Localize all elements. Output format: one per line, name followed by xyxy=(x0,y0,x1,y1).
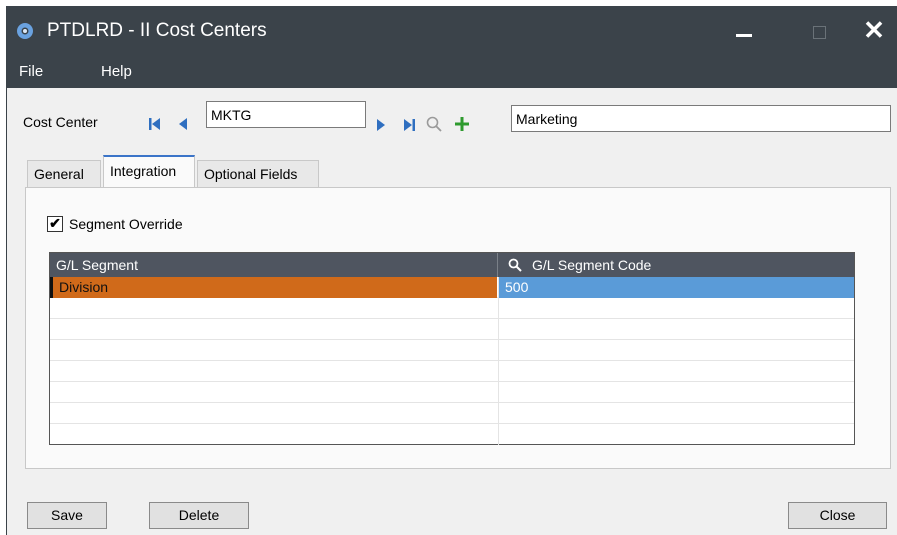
tab-integration[interactable]: Integration xyxy=(103,155,195,188)
table-row[interactable] xyxy=(50,403,854,424)
cell-gl-segment-code[interactable] xyxy=(498,382,854,403)
tab-general-label: General xyxy=(34,166,84,182)
table-row[interactable] xyxy=(50,382,854,403)
tab-optional-fields[interactable]: Optional Fields xyxy=(197,160,319,187)
cell-gl-segment-code[interactable]: 500 xyxy=(498,277,854,298)
tab-general[interactable]: General xyxy=(27,160,101,187)
first-record-icon[interactable] xyxy=(147,116,163,132)
cell-gl-segment[interactable] xyxy=(50,319,497,340)
cell-gl-segment[interactable]: Division xyxy=(50,277,497,298)
close-button[interactable]: Close xyxy=(788,502,887,529)
tab-integration-label: Integration xyxy=(110,163,177,179)
table-row[interactable] xyxy=(50,361,854,382)
last-record-icon[interactable] xyxy=(401,117,417,133)
cell-gl-segment-code[interactable] xyxy=(498,340,854,361)
cell-gl-segment-code[interactable] xyxy=(498,424,854,445)
cell-gl-segment[interactable] xyxy=(50,382,497,403)
menu-bar: File Help xyxy=(7,58,897,88)
maximize-button[interactable] xyxy=(800,12,840,52)
save-button[interactable]: Save xyxy=(27,502,107,529)
title-bar[interactable]: PTDLRD - II Cost Centers ✕ xyxy=(7,6,897,58)
cell-gl-segment[interactable] xyxy=(50,298,497,319)
delete-button[interactable]: Delete xyxy=(149,502,249,529)
minimize-button[interactable] xyxy=(724,12,764,52)
checkbox-check-icon[interactable]: ✔ xyxy=(47,216,63,232)
cost-center-code-input[interactable] xyxy=(206,101,366,128)
cell-gl-segment-code[interactable] xyxy=(498,403,854,424)
table-row[interactable] xyxy=(50,340,854,361)
table-row[interactable] xyxy=(50,298,854,319)
cost-center-description-input[interactable] xyxy=(511,105,891,132)
cost-center-label: Cost Center xyxy=(23,114,98,130)
main-window: PTDLRD - II Cost Centers ✕ File Help Cos… xyxy=(6,6,897,535)
table-row[interactable]: Division 500 xyxy=(50,277,854,298)
close-window-button[interactable]: ✕ xyxy=(854,12,894,52)
gear-icon xyxy=(17,23,33,39)
gl-segment-grid: G/L Segment G/L Segment Code Division 50… xyxy=(49,252,855,445)
cell-gl-segment[interactable] xyxy=(50,424,497,445)
cell-gl-segment[interactable] xyxy=(50,340,497,361)
search-icon[interactable] xyxy=(425,115,443,133)
add-icon[interactable] xyxy=(453,115,471,133)
table-row[interactable] xyxy=(50,424,854,445)
search-icon[interactable] xyxy=(508,258,522,272)
window-title: PTDLRD - II Cost Centers xyxy=(47,20,267,41)
cell-gl-segment-code[interactable] xyxy=(498,319,854,340)
column-header-gl-segment[interactable]: G/L Segment xyxy=(56,257,138,273)
cell-gl-segment[interactable] xyxy=(50,403,497,424)
tab-optional-fields-label: Optional Fields xyxy=(204,166,298,182)
cell-gl-segment[interactable] xyxy=(50,361,497,382)
column-divider[interactable] xyxy=(497,253,498,277)
segment-override-label: Segment Override xyxy=(69,216,183,232)
menu-file[interactable]: File xyxy=(19,63,43,80)
table-row[interactable] xyxy=(50,319,854,340)
menu-help[interactable]: Help xyxy=(101,63,132,80)
cell-gl-segment-code[interactable] xyxy=(498,298,854,319)
previous-record-icon[interactable] xyxy=(175,116,191,132)
next-record-icon[interactable] xyxy=(373,117,389,133)
cell-gl-segment-code[interactable] xyxy=(498,361,854,382)
column-header-gl-segment-code[interactable]: G/L Segment Code xyxy=(532,257,651,273)
grid-header: G/L Segment G/L Segment Code xyxy=(50,253,854,277)
